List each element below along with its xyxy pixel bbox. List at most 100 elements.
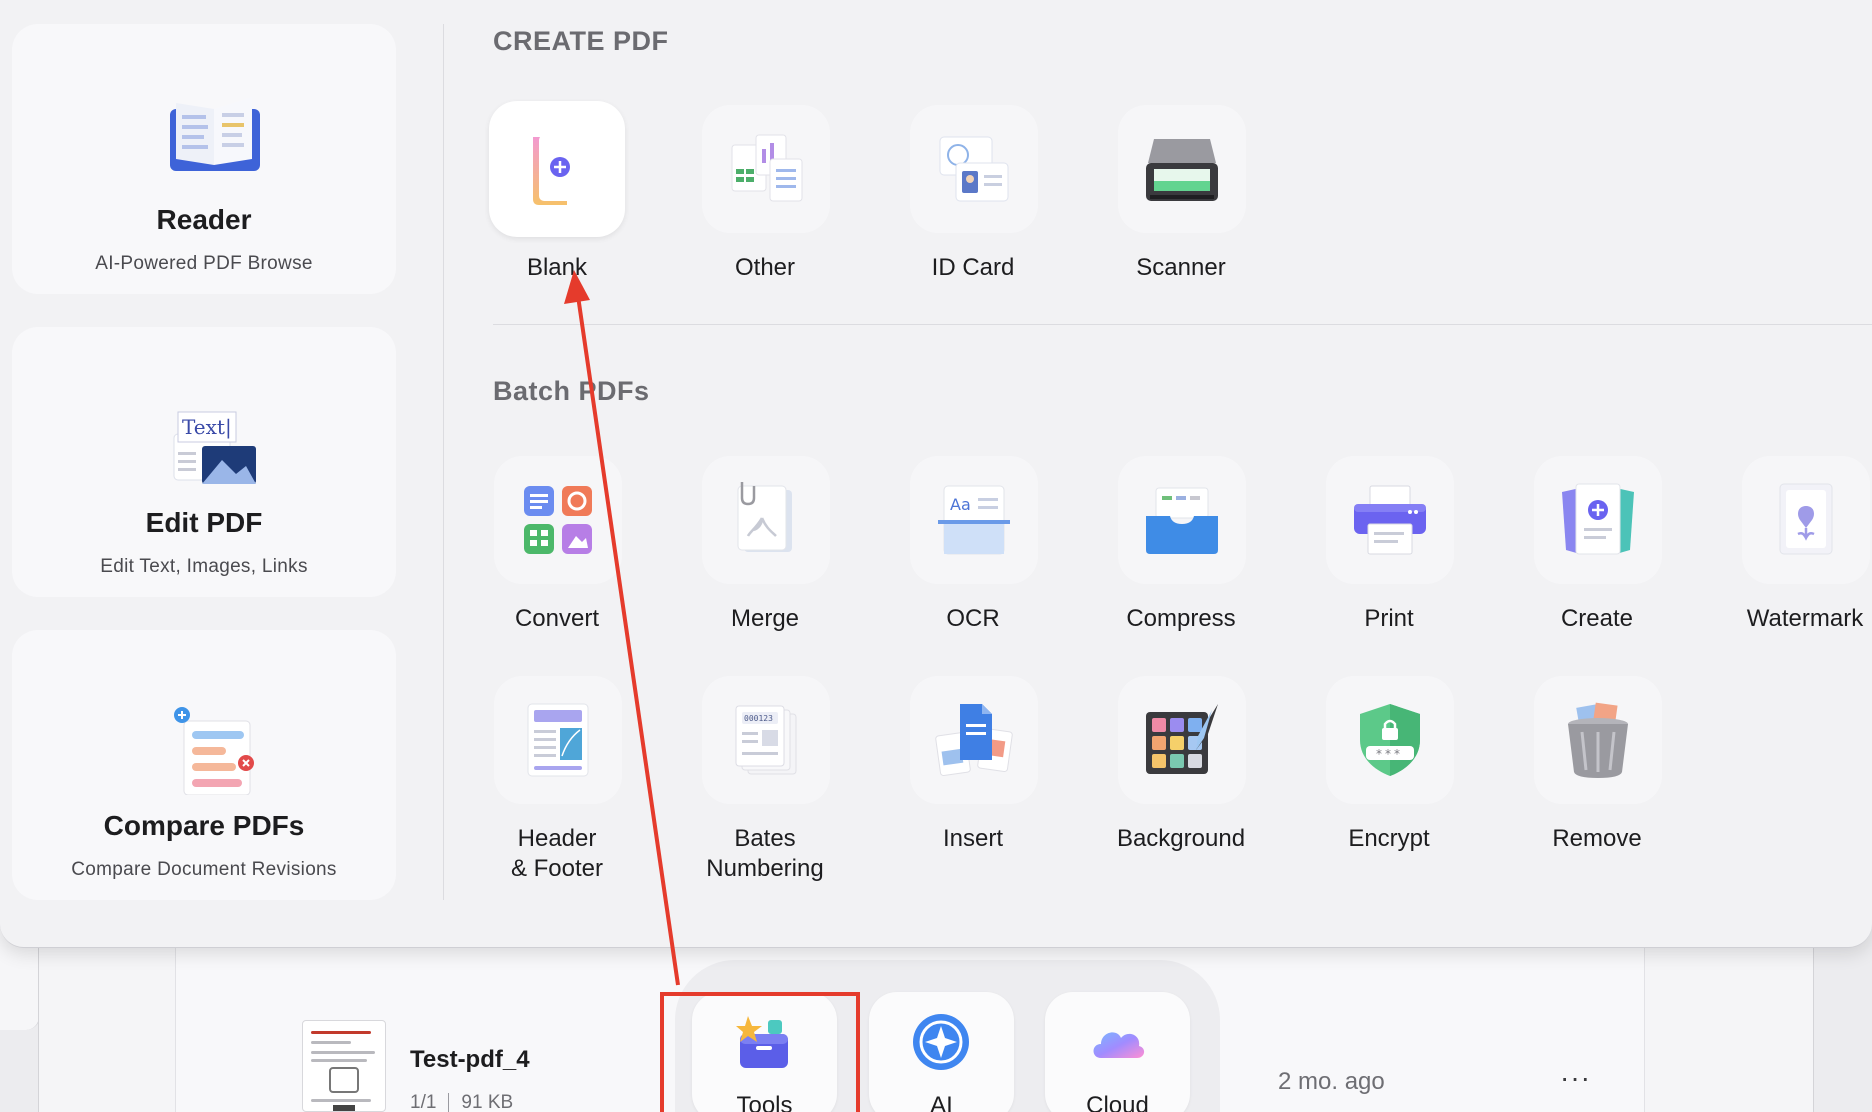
header-footer-icon [527, 703, 589, 777]
compare-pdfs-card[interactable]: Compare PDFs Compare Document Revisions [12, 630, 396, 900]
tool-encrypt-label: Encrypt [1348, 825, 1430, 852]
tool-insert-tile[interactable] [910, 676, 1038, 804]
tool-convert-label: Convert [514, 605, 600, 632]
tool-ocr[interactable]: Aa OCR [873, 456, 1073, 656]
file-pages: 1/1 [410, 1092, 437, 1112]
tool-blank-tile[interactable] [489, 101, 625, 237]
ocr-icon-text: Aa [950, 495, 971, 514]
trash-icon [1568, 702, 1628, 778]
tool-bates-numbering-label-line2: Numbering [706, 855, 824, 882]
tool-convert-tile[interactable] [494, 456, 622, 584]
encrypt-shield-icon: *** [1360, 704, 1420, 776]
tool-watermark[interactable]: Watermark [1705, 456, 1872, 656]
tool-background-tile[interactable] [1118, 676, 1246, 804]
tool-watermark-tile[interactable] [1742, 456, 1870, 584]
tool-bates-numbering[interactable]: 000123 Bates Numbering [665, 676, 865, 882]
tool-compress-label: Compress [1126, 605, 1236, 632]
background-palette-icon [1146, 704, 1218, 774]
tool-background[interactable]: Background [1081, 676, 1281, 876]
tool-convert[interactable]: Convert [457, 456, 657, 656]
ai-icon [913, 1014, 969, 1070]
tool-scanner-label: Scanner [1136, 254, 1226, 281]
file-modified-date: 2 mo. ago [1278, 1068, 1385, 1095]
other-documents-icon [731, 134, 803, 202]
create-pdf-section-title: CREATE PDF [493, 26, 669, 56]
file-meta: 1/1 91 KB [410, 1092, 513, 1112]
tool-bates-numbering-tile[interactable]: 000123 [702, 676, 830, 804]
tool-blank[interactable]: Blank [457, 101, 657, 305]
tool-id-card[interactable]: ID Card [873, 105, 1073, 305]
bates-icon-text: 000123 [744, 714, 773, 723]
id-card-icon [939, 136, 1009, 202]
tool-insert-label: Insert [942, 825, 1004, 852]
tool-scanner-tile[interactable] [1118, 105, 1246, 233]
tool-other-tile[interactable] [702, 105, 830, 233]
tool-id-card-tile[interactable] [910, 105, 1038, 233]
reader-card-subtitle: AI-Powered PDF Browse [95, 253, 313, 274]
scanner-icon [1146, 139, 1218, 201]
tool-bates-numbering-label: Bates Numbering [645, 824, 885, 884]
bates-numbering-icon: 000123 [735, 705, 797, 775]
tool-encrypt[interactable]: *** Encrypt [1289, 676, 1489, 876]
tool-print-label: Print [1364, 605, 1414, 632]
tool-ocr-tile[interactable]: Aa [910, 456, 1038, 584]
sidebar-divider [443, 24, 444, 900]
dock-cloud-label: Cloud [1086, 1092, 1149, 1112]
file-thumbnail [302, 1020, 386, 1112]
reader-card[interactable]: Reader AI-Powered PDF Browse [12, 24, 396, 294]
section-divider [493, 324, 1872, 325]
dock-ai-label: AI [930, 1092, 953, 1112]
dock-cloud-button[interactable]: Cloud [1045, 992, 1190, 1112]
tool-header-footer-label-line1: Header [517, 825, 597, 852]
tool-create[interactable]: Create [1497, 456, 1697, 656]
tool-encrypt-tile[interactable]: *** [1326, 676, 1454, 804]
tool-scanner[interactable]: Scanner [1081, 105, 1281, 305]
tool-merge-label: Merge [730, 605, 800, 632]
ocr-icon: Aa [938, 485, 1010, 555]
tools-highlight-annotation [660, 992, 860, 1112]
more-options-button[interactable]: ··· [1560, 1062, 1591, 1094]
book-icon [170, 97, 260, 171]
tool-header-footer-label-line2: & Footer [510, 855, 604, 882]
tool-blank-label: Blank [526, 254, 588, 281]
tool-bates-numbering-label-line1: Bates [734, 825, 796, 852]
create-icon [1562, 483, 1634, 555]
cloud-icon [1093, 1032, 1145, 1058]
tool-compress[interactable]: Compress [1081, 456, 1281, 656]
tool-merge-tile[interactable] [702, 456, 830, 584]
tool-header-footer-tile[interactable] [494, 676, 622, 804]
tool-background-label: Background [1116, 825, 1246, 852]
tool-remove[interactable]: Remove [1497, 676, 1697, 876]
edit-pdf-card-title: Edit PDF [145, 507, 263, 538]
tool-compress-tile[interactable] [1118, 456, 1246, 584]
tool-insert[interactable]: Insert [873, 676, 1073, 876]
edit-pdf-card[interactable]: Text| Edit PDF Edit Text, Images, Links [12, 327, 396, 597]
file-size: 91 KB [461, 1092, 514, 1112]
compare-docs-icon [174, 707, 254, 795]
tool-remove-label: Remove [1552, 825, 1642, 852]
tool-watermark-label: Watermark [1746, 605, 1864, 632]
tool-merge[interactable]: Merge [665, 456, 865, 656]
compress-icon [1146, 487, 1218, 554]
edit-icon-text: Text| [182, 415, 232, 440]
tool-other[interactable]: Other [665, 105, 865, 305]
dock-ai-button[interactable]: AI [869, 992, 1014, 1112]
tool-id-card-label: ID Card [931, 254, 1015, 281]
file-name[interactable]: Test-pdf_4 [410, 1046, 530, 1074]
compare-pdfs-card-subtitle: Compare Document Revisions [71, 859, 337, 880]
tool-print[interactable]: Print [1289, 456, 1489, 656]
tool-ocr-label: OCR [946, 605, 1000, 632]
tool-print-tile[interactable] [1326, 456, 1454, 584]
reader-card-title: Reader [156, 204, 252, 235]
tools-popover: Reader AI-Powered PDF Browse Text| Edit … [0, 0, 1872, 948]
tool-header-footer-label: Header & Footer [437, 824, 677, 884]
tool-header-footer[interactable]: Header & Footer [457, 676, 657, 882]
tool-remove-tile[interactable] [1534, 676, 1662, 804]
tool-create-tile[interactable] [1534, 456, 1662, 584]
watermark-icon [1779, 483, 1833, 555]
merge-icon [737, 482, 792, 552]
edit-text-image-icon: Text| [173, 411, 256, 484]
edit-pdf-card-subtitle: Edit Text, Images, Links [100, 556, 308, 577]
blank-page-plus-icon [533, 135, 581, 205]
tool-other-label: Other [734, 254, 796, 281]
